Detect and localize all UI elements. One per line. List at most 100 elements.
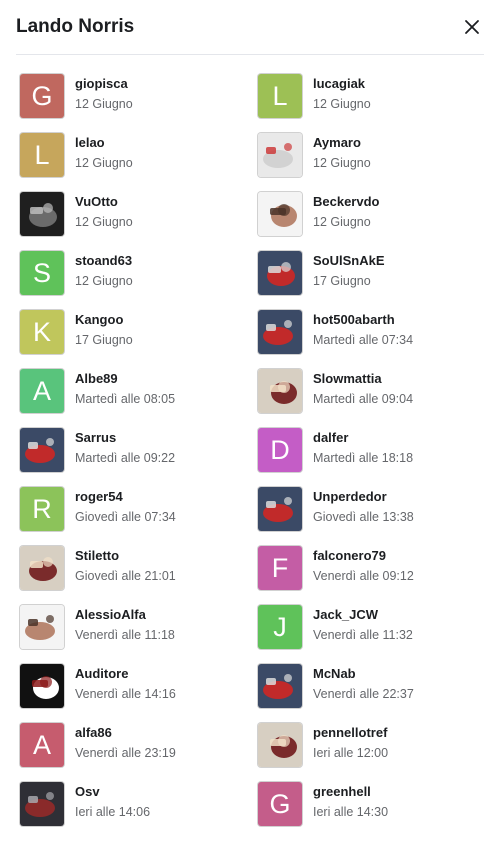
- user-meta: Stiletto Giovedì alle 21:01: [75, 546, 176, 584]
- avatar-initial: L: [34, 139, 50, 170]
- username-link[interactable]: Jack_JCW: [313, 607, 413, 623]
- username-link[interactable]: VuOtto: [75, 194, 133, 210]
- letter-avatar[interactable]: G: [258, 782, 302, 826]
- letter-avatar[interactable]: G: [20, 74, 64, 118]
- letter-avatar[interactable]: A: [20, 369, 64, 413]
- username-link[interactable]: Osv: [75, 784, 150, 800]
- username-link[interactable]: greenhell: [313, 784, 388, 800]
- user-list-item[interactable]: Ggreenhell Ieri alle 14:30: [258, 782, 478, 841]
- username-link[interactable]: Slowmattia: [313, 371, 413, 387]
- user-column-left: Ggiopisca 12 Giugno Llelao 12 Giugno VuOtto…: [20, 74, 240, 841]
- username-link[interactable]: lucagiak: [313, 76, 371, 92]
- user-meta: lelao 12 Giugno: [75, 133, 133, 171]
- letter-avatar[interactable]: K: [20, 310, 64, 354]
- letter-avatar[interactable]: L: [20, 133, 64, 177]
- username-link[interactable]: McNab: [313, 666, 414, 682]
- like-timestamp: Ieri alle 12:00: [313, 746, 389, 760]
- username-link[interactable]: giopisca: [75, 76, 133, 92]
- user-list-item[interactable]: Beckervdo 12 Giugno: [258, 192, 478, 251]
- person-photo-avatar[interactable]: [258, 192, 302, 236]
- avatar-initial: G: [269, 788, 291, 819]
- user-list-item[interactable]: Aalfa86 Venerdì alle 23:19: [20, 723, 240, 782]
- user-list-item[interactable]: McNab Venerdì alle 22:37: [258, 664, 478, 723]
- letter-avatar[interactable]: S: [20, 251, 64, 295]
- user-meta: Auditore Venerdì alle 14:16: [75, 664, 176, 702]
- user-list-item[interactable]: K Kangoo 17 Giugno: [20, 310, 240, 369]
- user-list-item[interactable]: Slowmattia Martedì alle 09:04: [258, 369, 478, 428]
- username-link[interactable]: Aymaro: [313, 135, 371, 151]
- username-link[interactable]: Unperdedor: [313, 489, 414, 505]
- user-meta: greenhell Ieri alle 14:30: [313, 782, 388, 820]
- user-list-item[interactable]: Sarrus Martedì alle 09:22: [20, 428, 240, 487]
- username-link[interactable]: Stiletto: [75, 548, 176, 564]
- user-list-item[interactable]: Llucagiak 12 Giugno: [258, 74, 478, 133]
- cartoon-photo-avatar[interactable]: [258, 723, 302, 767]
- avatar-initial: A: [32, 375, 51, 406]
- placeholder-photo-avatar[interactable]: [258, 133, 302, 177]
- user-list-item[interactable]: Ggiopisca 12 Giugno: [20, 74, 240, 133]
- letter-avatar[interactable]: J: [258, 605, 302, 649]
- letter-avatar[interactable]: L: [258, 74, 302, 118]
- user-list-item[interactable]: Auditore Venerdì alle 14:16: [20, 664, 240, 723]
- letter-avatar[interactable]: D: [258, 428, 302, 472]
- username-link[interactable]: alfa86: [75, 725, 176, 741]
- user-list-item[interactable]: Sstoand63 12 Giugno: [20, 251, 240, 310]
- user-list-item[interactable]: Unperdedor Giovedì alle 13:38: [258, 487, 478, 546]
- user-list-item[interactable]: Aymaro 12 Giugno: [258, 133, 478, 192]
- cartoon-photo-avatar[interactable]: [20, 546, 64, 590]
- username-link[interactable]: Kangoo: [75, 312, 133, 328]
- user-list-item[interactable]: Stiletto Giovedì alle 21:01: [20, 546, 240, 605]
- cartoon-photo-avatar[interactable]: [258, 369, 302, 413]
- username-link[interactable]: dalfer: [313, 430, 413, 446]
- like-timestamp: 12 Giugno: [313, 97, 371, 111]
- username-link[interactable]: falconero79: [313, 548, 414, 564]
- like-timestamp: 12 Giugno: [313, 215, 371, 229]
- car-photo-avatar[interactable]: [258, 251, 302, 295]
- user-list-item[interactable]: Ffalconero79 Venerdì alle 09:12: [258, 546, 478, 605]
- car-photo-avatar[interactable]: [258, 487, 302, 531]
- username-link[interactable]: stoand63: [75, 253, 133, 269]
- engine-photo-avatar[interactable]: [20, 782, 64, 826]
- user-list-item[interactable]: VuOtto 12 Giugno: [20, 192, 240, 251]
- like-timestamp: 12 Giugno: [313, 156, 371, 170]
- like-timestamp: Ieri alle 14:06: [75, 805, 151, 819]
- avatar-initial: K: [32, 316, 51, 347]
- username-link[interactable]: Auditore: [75, 666, 176, 682]
- avatar-initial: D: [270, 434, 290, 465]
- user-list-item[interactable]: Rroger54 Giovedì alle 07:34: [20, 487, 240, 546]
- user-meta: SoUlSnAkE 17 Giugno: [313, 251, 385, 289]
- car-photo-avatar[interactable]: [258, 664, 302, 708]
- likes-dialog: Lando Norris Ggiopisca 12 Giugno Llelao 12 …: [0, 0, 500, 847]
- username-link[interactable]: Albe89: [75, 371, 175, 387]
- user-list-item[interactable]: SoUlSnAkE 17 Giugno: [258, 251, 478, 310]
- user-list-item[interactable]: Ddalfer Martedì alle 18:18: [258, 428, 478, 487]
- user-list-item[interactable]: pennellotref Ieri alle 12:00: [258, 723, 478, 782]
- username-link[interactable]: AlessioAlfa: [75, 607, 175, 623]
- dialog-title: Lando Norris: [16, 16, 135, 37]
- logo-photo-avatar[interactable]: [20, 664, 64, 708]
- user-list-item[interactable]: hot500abarth Martedì alle 07:34: [258, 310, 478, 369]
- user-meta: giopisca 12 Giugno: [75, 74, 133, 112]
- user-meta: Slowmattia Martedì alle 09:04: [313, 369, 413, 407]
- user-list-item[interactable]: A Albe89 Martedì alle 08:05: [20, 369, 240, 428]
- username-link[interactable]: Beckervdo: [313, 194, 379, 210]
- car-photo-avatar[interactable]: [20, 428, 64, 472]
- username-link[interactable]: lelao: [75, 135, 133, 151]
- letter-avatar[interactable]: A: [20, 723, 64, 767]
- letter-avatar[interactable]: R: [20, 487, 64, 531]
- user-list-item[interactable]: J Jack_JCW Venerdì alle 11:32: [258, 605, 478, 664]
- user-list-item[interactable]: Llelao 12 Giugno: [20, 133, 240, 192]
- user-list-item[interactable]: AlessioAlfa Venerdì alle 11:18: [20, 605, 240, 664]
- car-photo-avatar[interactable]: [258, 310, 302, 354]
- user-list-item[interactable]: Osv Ieri alle 14:06: [20, 782, 240, 841]
- person-photo-avatar[interactable]: [20, 605, 64, 649]
- username-link[interactable]: SoUlSnAkE: [313, 253, 385, 269]
- car-logo-photo-avatar[interactable]: [20, 192, 64, 236]
- close-icon[interactable]: [460, 15, 484, 39]
- like-timestamp: 17 Giugno: [313, 274, 371, 288]
- letter-avatar[interactable]: F: [258, 546, 302, 590]
- username-link[interactable]: pennellotref: [313, 725, 388, 741]
- username-link[interactable]: hot500abarth: [313, 312, 413, 328]
- username-link[interactable]: roger54: [75, 489, 176, 505]
- username-link[interactable]: Sarrus: [75, 430, 175, 446]
